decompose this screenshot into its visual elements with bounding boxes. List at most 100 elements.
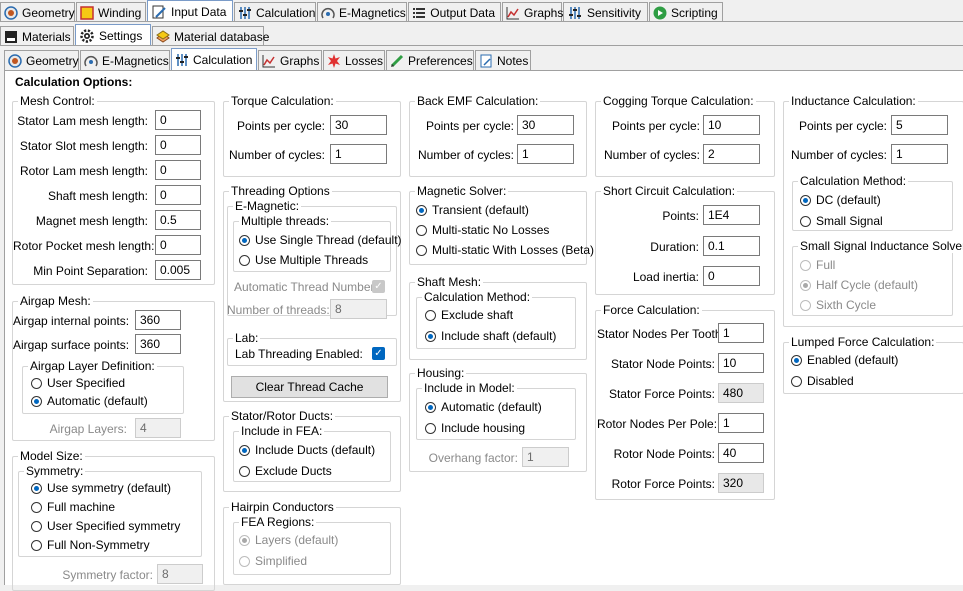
sc-load-inertia-input[interactable]: 0	[703, 266, 760, 286]
tab-winding[interactable]: Winding	[76, 2, 146, 22]
inductance-ppc-input[interactable]: 5	[891, 115, 948, 135]
tab-settings-preferences[interactable]: Preferences	[386, 50, 474, 70]
stator-nodes-per-tooth-label: Stator Nodes Per Tooth:	[597, 327, 725, 341]
airgap-surface-input[interactable]: 360	[135, 334, 181, 354]
lumped-enabled-radio[interactable]: Enabled (default)	[791, 353, 898, 367]
shaft-mesh-input[interactable]: 0	[155, 185, 201, 205]
rotor-lam-mesh-input[interactable]: 0	[155, 160, 201, 180]
exclude-shaft-radio[interactable]: Exclude shaft	[425, 308, 513, 322]
magnet-mesh-label: Magnet mesh length:	[35, 214, 148, 228]
min-point-separation-input[interactable]: 0.005	[155, 260, 201, 280]
sc-points-input[interactable]: 1E4	[703, 205, 760, 225]
airgap-mesh-title: Airgap Mesh:	[18, 294, 93, 308]
stator-node-points-label: Stator Node Points:	[610, 357, 715, 371]
cogging-ppc-input[interactable]: 10	[703, 115, 760, 135]
tab-settings-e-magnetics[interactable]: E-Magnetics	[80, 50, 170, 70]
symmetry-factor-label: Symmetry factor:	[62, 568, 153, 582]
inductance-cycles-input[interactable]: 1	[891, 144, 948, 164]
stator-lam-mesh-input[interactable]: 0	[155, 110, 201, 130]
symmetry-title: Symmetry:	[24, 464, 86, 478]
airgap-layer-definition-title: Airgap Layer Definition:	[28, 359, 157, 373]
tab-settings-geometry[interactable]: Geometry	[4, 50, 79, 70]
tab-settings-notes[interactable]: Notes	[475, 50, 531, 70]
tab-settings[interactable]: Settings	[75, 24, 151, 46]
stator-nodes-per-tooth-input[interactable]: 1	[718, 323, 764, 343]
back-emf-cycles-input[interactable]: 1	[517, 144, 574, 164]
inductance-cycles-label: Number of cycles:	[790, 148, 887, 162]
full-solver-radio[interactable]: Full	[800, 258, 835, 272]
tab-sensitivity[interactable]: Sensitivity	[563, 2, 648, 22]
lumped-disabled-radio[interactable]: Disabled	[791, 374, 854, 388]
hairpin-layers-radio[interactable]: Layers (default)	[239, 533, 338, 547]
number-of-threads-input[interactable]: 8	[330, 299, 387, 319]
tab-e-magnetics[interactable]: E-Magnetics	[317, 2, 407, 22]
half-cycle-radio[interactable]: Half Cycle (default)	[800, 278, 918, 292]
symmetry-factor-input[interactable]: 8	[157, 564, 203, 584]
full-non-symmetry-radio[interactable]: Full Non-Symmetry	[31, 538, 150, 552]
tab-settings-losses[interactable]: Losses	[323, 50, 385, 70]
tab-scripting[interactable]: Scripting	[649, 2, 723, 22]
torque-cycles-input[interactable]: 1	[330, 144, 387, 164]
stator-slot-mesh-label: Stator Slot mesh length:	[19, 139, 148, 153]
use-single-thread-radio[interactable]: Use Single Thread (default)	[239, 233, 402, 247]
e-magnetics-icon	[84, 53, 98, 69]
page-title: Calculation Options:	[15, 75, 133, 89]
tab-materials[interactable]: Materials	[0, 26, 74, 46]
tab-calculation[interactable]: Calculation	[234, 2, 316, 22]
include-shaft-radio[interactable]: Include shaft (default)	[425, 329, 556, 343]
stator-node-points-input[interactable]: 10	[718, 353, 764, 373]
rotor-force-points-label: Rotor Force Points:	[611, 477, 715, 491]
cogging-cycles-input[interactable]: 2	[703, 144, 760, 164]
clear-thread-cache-button[interactable]: Clear Thread Cache	[231, 376, 388, 398]
hairpin-simplified-radio[interactable]: Simplified	[239, 554, 307, 568]
lab-threading-enabled-checkbox[interactable]: ✓	[372, 347, 385, 360]
include-ducts-radio[interactable]: Include Ducts (default)	[239, 443, 375, 457]
use-multiple-threads-radio[interactable]: Use Multiple Threads	[239, 253, 368, 267]
rotor-nodes-per-pole-input[interactable]: 1	[718, 413, 764, 433]
sixth-cycle-radio[interactable]: Sixth Cycle	[800, 298, 876, 312]
dc-radio[interactable]: DC (default)	[800, 193, 881, 207]
multi-static-with-losses-radio[interactable]: Multi-static With Losses (Beta)	[416, 243, 594, 257]
back-emf-ppc-input[interactable]: 30	[517, 115, 574, 135]
tab-output-data[interactable]: Output Data	[408, 2, 501, 22]
airgap-internal-label: Airgap internal points:	[13, 314, 130, 328]
tab-graphs[interactable]: Graphs	[502, 2, 563, 22]
sub-tab-divider	[0, 45, 963, 46]
transient-radio[interactable]: Transient (default)	[416, 203, 529, 217]
magnet-mesh-input[interactable]: 0.5	[155, 210, 201, 230]
e-magnetics-icon	[321, 5, 335, 21]
use-symmetry-radio[interactable]: Use symmetry (default)	[31, 481, 171, 495]
material-database-icon	[156, 29, 170, 45]
user-specified-symmetry-radio[interactable]: User Specified symmetry	[31, 519, 180, 533]
torque-ppc-input[interactable]: 30	[330, 115, 387, 135]
rotor-nodes-per-pole-label: Rotor Nodes Per Pole:	[597, 417, 718, 431]
airgap-automatic-radio[interactable]: Automatic (default)	[31, 394, 148, 408]
include-housing-radio[interactable]: Include housing	[425, 421, 525, 435]
cogging-ppc-label: Points per cycle:	[611, 119, 700, 133]
airgap-user-specified-radio[interactable]: User Specified	[31, 376, 125, 390]
back-emf-ppc-label: Points per cycle:	[425, 119, 514, 133]
cogging-cycles-label: Number of cycles:	[603, 148, 700, 162]
exclude-ducts-radio[interactable]: Exclude Ducts	[239, 464, 332, 478]
overhang-factor-input[interactable]: 1	[522, 447, 569, 467]
tab-geometry[interactable]: Geometry	[0, 2, 75, 22]
sc-duration-input[interactable]: 0.1	[703, 236, 760, 256]
automatic-thread-number-label: Automatic Thread Number:	[234, 280, 378, 294]
airgap-layers-input[interactable]: 4	[135, 418, 181, 438]
rotor-pocket-mesh-input[interactable]: 0	[155, 235, 201, 255]
tab-settings-graphs[interactable]: Graphs	[258, 50, 322, 70]
tab-material-database[interactable]: Material database	[152, 26, 269, 46]
automatic-thread-number-checkbox[interactable]: ✓	[372, 280, 385, 293]
airgap-internal-input[interactable]: 360	[135, 310, 181, 330]
small-signal-radio[interactable]: Small Signal	[800, 214, 883, 228]
multi-static-no-losses-radio[interactable]: Multi-static No Losses	[416, 223, 549, 237]
stator-slot-mesh-input[interactable]: 0	[155, 135, 201, 155]
lab-threading-title: Lab:	[233, 331, 261, 345]
tab-input-data[interactable]: Input Data	[147, 0, 233, 22]
full-machine-radio[interactable]: Full machine	[31, 500, 115, 514]
min-point-separation-label: Min Point Separation:	[33, 264, 148, 278]
rotor-node-points-input[interactable]: 40	[718, 443, 764, 463]
housing-automatic-radio[interactable]: Automatic (default)	[425, 400, 542, 414]
tab-settings-calculation[interactable]: Calculation	[171, 48, 257, 70]
sc-load-inertia-label: Load inertia:	[632, 270, 699, 284]
